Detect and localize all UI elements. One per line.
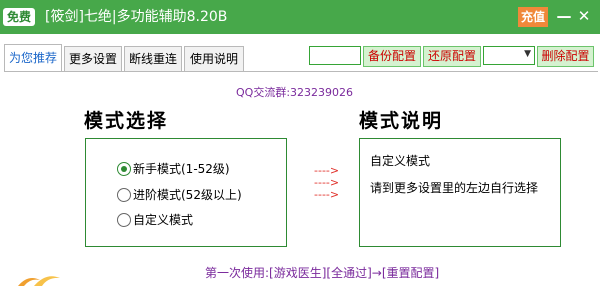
tab-instructions[interactable]: 使用说明 (184, 46, 244, 71)
radio-advanced-mode[interactable]: 进阶模式(52级以上) (117, 185, 242, 205)
radio-label: 新手模式(1-52级) (133, 162, 230, 176)
backup-config-button[interactable]: 备份配置 (363, 46, 421, 67)
radio-unselected-icon (117, 212, 131, 227)
config-select[interactable]: ▼ (483, 46, 535, 65)
title-bar: 免费 [筱剑]七绝|多功能辅助8.20B 充值 — ✕ (0, 0, 600, 34)
radio-label: 进阶模式(52级以上) (133, 188, 242, 202)
radio-selected-icon (117, 161, 131, 176)
description-line: 自定义模式 (370, 154, 431, 168)
window-title: [筱剑]七绝|多功能辅助8.20B (45, 9, 228, 25)
tab-more-settings[interactable]: 更多设置 (64, 46, 122, 71)
radio-custom-mode[interactable]: 自定义模式 (117, 210, 193, 230)
tab-reconnect[interactable]: 断线重连 (124, 46, 182, 71)
arrow-indicator: ----> ----> ----> (314, 165, 339, 201)
recharge-button[interactable]: 充值 (518, 7, 548, 27)
radio-beginner-mode[interactable]: 新手模式(1-52级) (117, 159, 230, 179)
delete-config-button[interactable]: 删除配置 (537, 46, 594, 67)
minimize-icon[interactable]: — (556, 6, 572, 26)
radio-label: 自定义模式 (133, 213, 194, 227)
restore-config-button[interactable]: 还原配置 (423, 46, 481, 67)
free-badge: 免费 (3, 8, 35, 26)
mode-select-heading: 模式选择 (84, 110, 169, 132)
first-use-hint: 第一次使用:[游戏医生][全通过]→[重置配置] (205, 266, 440, 280)
tab-recommend[interactable]: 为您推荐 (4, 44, 62, 72)
qq-group-text: QQ交流群:323239026 (236, 86, 354, 99)
radio-unselected-icon (117, 187, 131, 202)
mode-description-box: 自定义模式 请到更多设置里的左边自行选择 (359, 138, 561, 247)
mode-description-heading: 模式说明 (359, 110, 444, 132)
tab-divider (4, 71, 598, 72)
description-line: 请到更多设置里的左边自行选择 (370, 181, 539, 195)
close-icon[interactable]: ✕ (576, 6, 592, 26)
chevron-down-icon: ▼ (524, 49, 531, 59)
logo-icon (18, 276, 60, 286)
config-name-input[interactable] (309, 46, 361, 65)
mode-select-box: 新手模式(1-52级) 进阶模式(52级以上) 自定义模式 (85, 138, 287, 247)
arrow-line: ----> (314, 188, 340, 201)
